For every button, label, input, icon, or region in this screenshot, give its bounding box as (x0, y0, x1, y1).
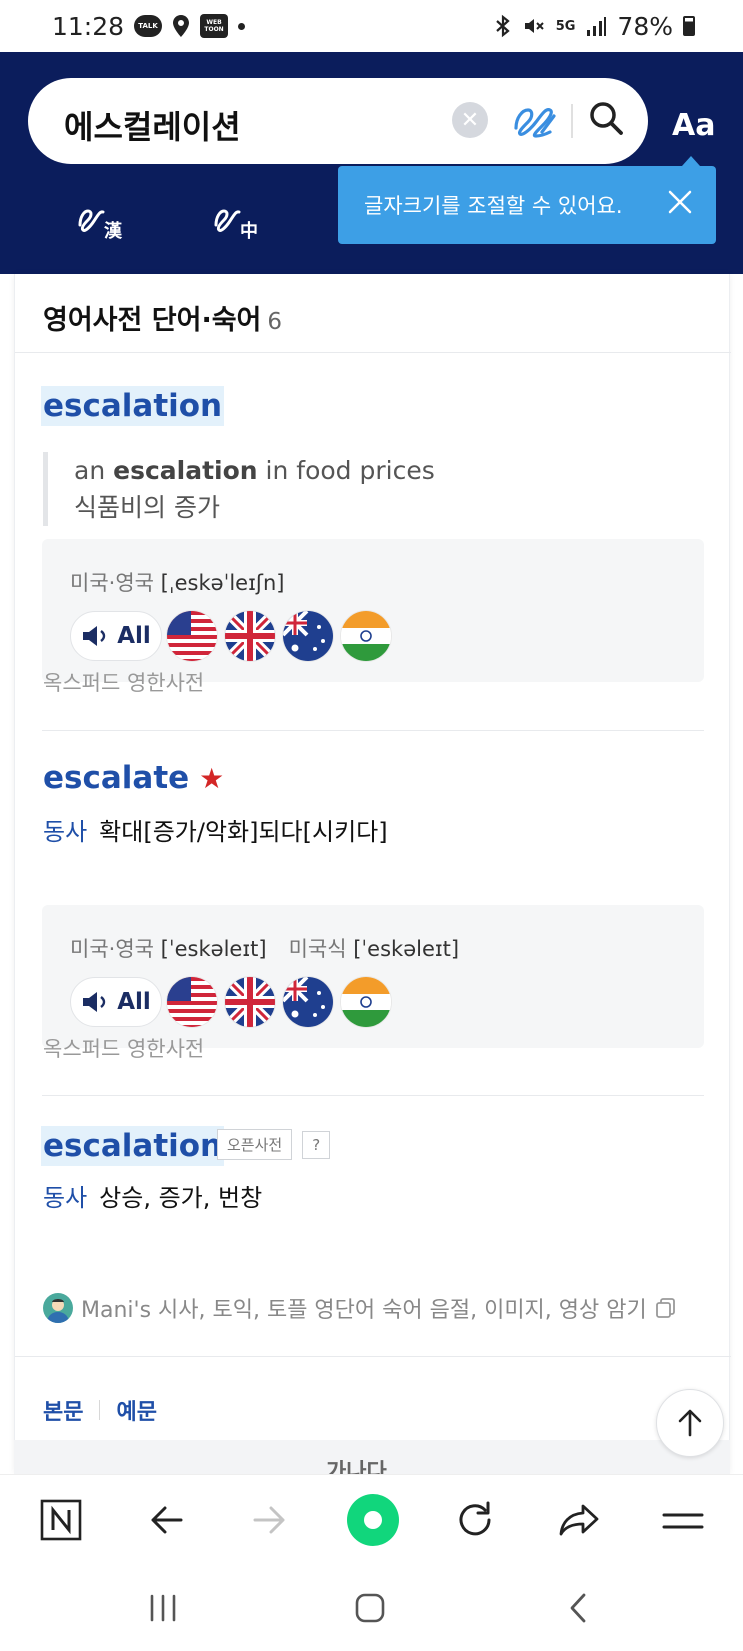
speaker-icon (83, 992, 106, 1012)
tooltip-text: 글자크기를 조절할 수 있어요. (364, 194, 623, 218)
battery-icon (683, 16, 695, 36)
entry-divider (42, 1095, 704, 1096)
clear-search-icon[interactable]: ✕ (452, 102, 488, 138)
result-count: 6 (267, 309, 283, 335)
us-flag-icon[interactable] (167, 611, 217, 661)
us-flag-icon[interactable] (167, 977, 217, 1027)
help-button[interactable]: ? (302, 1130, 331, 1159)
browser-toolbar (0, 1474, 743, 1564)
contributor-line[interactable]: Mani's 시사, 토익, 토플 영단어 숙어 음절, 이미지, 영상 암기 (43, 1292, 677, 1324)
dictionary-source[interactable]: 옥스퍼드 영한사전 (43, 1033, 204, 1063)
uk-flag-icon[interactable] (225, 977, 275, 1027)
more-section-strip: 가나다 (14, 1440, 730, 1474)
signal-icon (585, 15, 607, 37)
status-bar: 11:28 TALK WEB TOON 5G 78% (0, 0, 743, 52)
recent-apps-icon[interactable] (141, 1586, 185, 1630)
refresh-icon[interactable] (452, 1497, 498, 1543)
tab-main-text[interactable]: 본문 (43, 1394, 83, 1426)
naver-green-dot-icon[interactable] (346, 1493, 400, 1547)
pronunciation-text: 미국·영국 [ˌeskəˈleɪʃn] (70, 571, 285, 595)
entry-word[interactable]: escalation (41, 386, 225, 426)
tab-examples[interactable]: 예문 (116, 1394, 156, 1426)
open-dictionary-tag[interactable]: 오픈사전 (217, 1129, 293, 1160)
notification-dot-icon (238, 22, 246, 30)
india-flag-icon[interactable] (341, 977, 391, 1027)
pronunciation-text: 미국·영국 [ˈeskəleɪt] 미국식 [ˈeskəleɪt] (70, 937, 460, 961)
naver-home-icon[interactable] (38, 1497, 84, 1543)
svg-text:中: 中 (240, 220, 258, 242)
back-icon[interactable] (556, 1586, 600, 1630)
play-all-button[interactable]: All (70, 611, 162, 661)
network-5g-icon: 5G (555, 18, 576, 34)
part-of-speech: 동사 (43, 1184, 88, 1212)
open-dictionary-tags: 오픈사전? (203, 1129, 331, 1160)
hanja-handwriting-icon[interactable]: 漢 (76, 197, 136, 243)
entry-word[interactable]: escalation (41, 1126, 225, 1166)
example-sentence: an escalation in food prices 식품비의 증가 (43, 452, 435, 526)
australia-flag-icon[interactable] (283, 977, 333, 1027)
forward-arrow-icon[interactable] (246, 1497, 292, 1543)
share-icon[interactable] (556, 1497, 602, 1543)
entry-meaning: 동사 상승, 증가, 번창 (43, 1184, 263, 1212)
section-divider (15, 1356, 731, 1357)
back-arrow-icon[interactable] (144, 1497, 190, 1543)
pronunciation-box: 미국·영국 [ˌeskəˈleɪʃn] All (42, 539, 704, 682)
battery-percent: 78% (617, 11, 673, 41)
system-navigation-bar (0, 1564, 743, 1651)
location-icon (172, 14, 190, 38)
result-tabs: 본문 예문 (43, 1394, 157, 1426)
speaker-icon (83, 626, 106, 646)
dictionary-results-card: 영어사전 단어·숙어 6 escalation an escalation in … (14, 274, 731, 1474)
entry-divider (42, 730, 704, 731)
entry-word[interactable]: escalate ★ (43, 760, 224, 796)
star-icon: ★ (199, 762, 225, 795)
search-box[interactable]: 에스컬레이션 ✕ (28, 78, 648, 164)
pronunciation-box: 미국·영국 [ˈeskəleɪt] 미국식 [ˈeskəleɪt] All (42, 905, 704, 1048)
bluetooth-icon (494, 14, 512, 38)
menu-icon[interactable] (660, 1497, 706, 1543)
font-size-tooltip: 글자크기를 조절할 수 있어요. (338, 166, 716, 244)
chinese-handwriting-icon[interactable]: 中 (212, 197, 272, 243)
font-size-button[interactable]: Aa (672, 108, 715, 143)
section-divider (15, 352, 731, 353)
tooltip-arrow (682, 156, 700, 166)
play-all-button[interactable]: All (70, 977, 162, 1027)
dictionary-source[interactable]: 옥스퍼드 영한사전 (43, 667, 204, 697)
mute-icon (522, 14, 546, 38)
handwriting-input-icon[interactable] (510, 98, 560, 142)
contributor-name: Mani's 시사, 토익, 토플 영단어 숙어 음절, 이미지, 영상 암기 (81, 1298, 647, 1323)
status-time: 11:28 (52, 11, 125, 41)
webtoon-icon: WEB TOON (200, 14, 229, 38)
uk-flag-icon[interactable] (225, 611, 275, 661)
home-icon[interactable] (348, 1586, 392, 1630)
arrow-up-icon (678, 1409, 702, 1437)
copy-icon[interactable] (655, 1297, 677, 1319)
section-title: 영어사전 단어·숙어 6 (43, 305, 283, 336)
scroll-to-top-button[interactable] (656, 1389, 724, 1457)
entry-meaning: 동사 확대[증가/악화]되다[시키다] (43, 818, 388, 846)
example-translation: 식품비의 증가 (74, 493, 220, 522)
search-input[interactable]: 에스컬레이션 (64, 102, 241, 148)
india-flag-icon[interactable] (341, 611, 391, 661)
more-section-label[interactable]: 가나다 (326, 1454, 387, 1474)
svg-text:漢: 漢 (104, 220, 123, 242)
australia-flag-icon[interactable] (283, 611, 333, 661)
part-of-speech: 동사 (43, 818, 88, 846)
kakaotalk-icon: TALK (134, 15, 163, 37)
search-divider (571, 104, 573, 138)
search-icon[interactable] (584, 96, 630, 142)
avatar (43, 1293, 73, 1323)
tooltip-close-icon[interactable] (666, 188, 694, 216)
